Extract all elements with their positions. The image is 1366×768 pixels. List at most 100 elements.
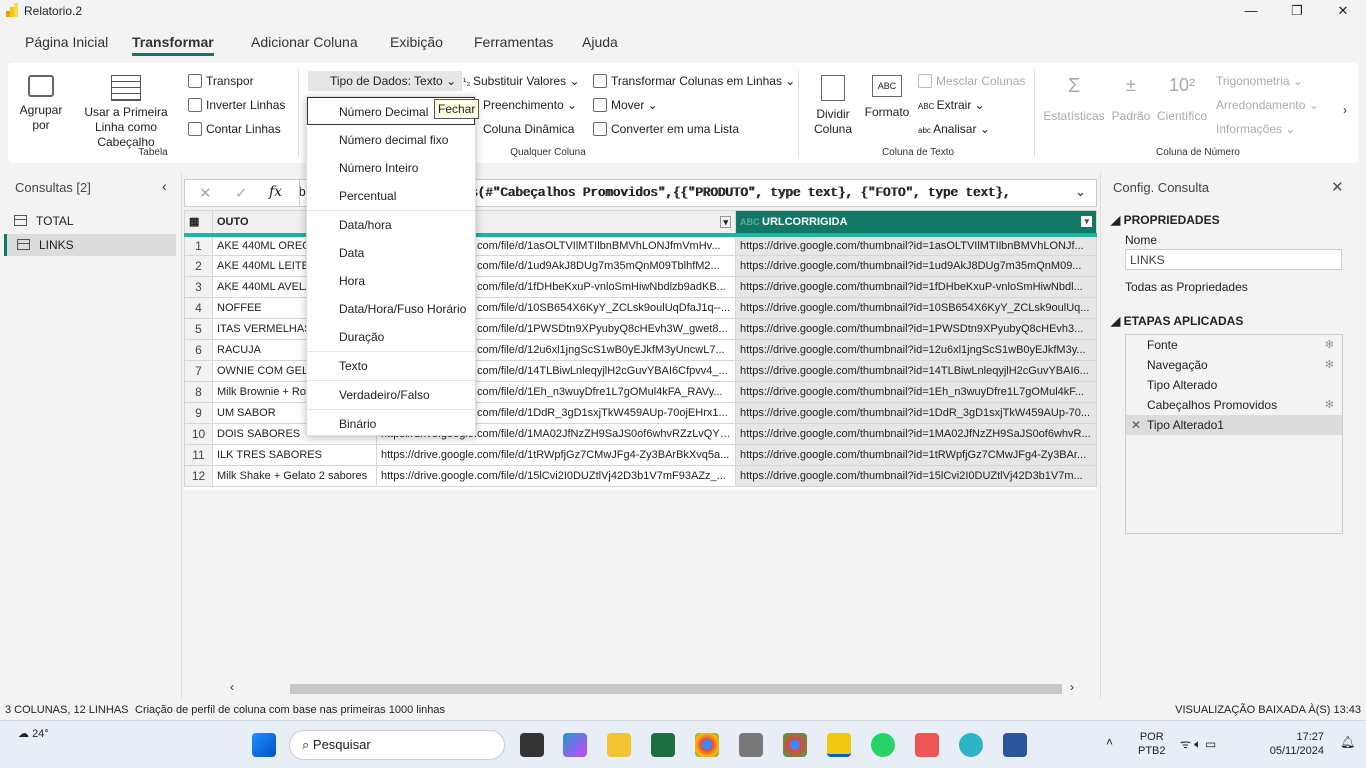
table-row[interactable]: 12 Milk Shake + Gelato 2 sabores https://d…	[184, 465, 1097, 487]
step-fonte[interactable]: Fonte ✻	[1126, 335, 1342, 355]
cell-urlcorrigida[interactable]: https://drive.google.com/thumbnail?id=1M…	[735, 423, 1097, 445]
gear-icon[interactable]: ✻	[1325, 335, 1334, 355]
analisar-button[interactable]: abc Analisar ⌄	[918, 122, 990, 136]
cell-urlcorrigida[interactable]: https://drive.google.com/thumbnail?id=15…	[735, 465, 1097, 487]
clock[interactable]: 17:27 05/11/2024	[1262, 730, 1324, 758]
collapse-pane-button[interactable]: ‹	[162, 178, 167, 194]
cancel-formula-icon[interactable]: ✕	[199, 184, 212, 202]
cell-urlcorrigida[interactable]: https://drive.google.com/thumbnail?id=12…	[735, 339, 1097, 361]
cell-urlcorrigida[interactable]: https://drive.google.com/thumbnail?id=1a…	[735, 234, 1097, 256]
menu-item-duracao[interactable]: Duração	[339, 330, 384, 344]
cell-urlcorrigida[interactable]: https://drive.google.com/thumbnail?id=14…	[735, 360, 1097, 382]
filter-dropdown-icon[interactable]: ▾	[1081, 215, 1092, 227]
notifications-icon[interactable]: 🔔︎	[1340, 735, 1355, 749]
word-icon[interactable]	[1003, 733, 1027, 757]
status-profile[interactable]: Criação de perfil de coluna com base nas…	[135, 704, 445, 716]
menu-item-texto[interactable]: Texto	[339, 359, 368, 373]
row-number[interactable]: 9	[184, 402, 213, 424]
estatisticas-button[interactable]: Σ Estatísticas	[1042, 75, 1106, 123]
query-item-links[interactable]: LINKS	[4, 234, 176, 256]
cell-urlcorrigida[interactable]: https://drive.google.com/thumbnail?id=1u…	[735, 255, 1097, 277]
row-number[interactable]: 12	[184, 465, 213, 487]
language-indicator[interactable]: POR PTB2	[1138, 730, 1166, 758]
row-number[interactable]: 7	[184, 360, 213, 382]
copilot-icon[interactable]	[563, 733, 587, 757]
menu-item-binario[interactable]: Binário	[339, 417, 376, 431]
nome-input[interactable]	[1125, 249, 1342, 270]
row-number[interactable]: 11	[184, 444, 213, 466]
step-tipo-alterado1[interactable]: ✕ Tipo Alterado1	[1126, 415, 1342, 435]
preenchimento-button[interactable]: Preenchimento ⌄	[483, 98, 577, 112]
search-box[interactable]: ⌕ Pesquisar	[289, 730, 505, 760]
row-number[interactable]: 3	[184, 276, 213, 298]
horizontal-scrollbar[interactable]: ‹ ›	[228, 680, 1078, 696]
transformar-colunas-button[interactable]: Transformar Colunas em Linhas ⌄	[593, 74, 795, 88]
file-explorer-icon[interactable]	[607, 733, 631, 757]
tab-ajuda[interactable]: Ajuda	[582, 34, 618, 50]
gear-icon[interactable]: ✻	[1325, 395, 1334, 415]
dividir-coluna-button[interactable]: Dividir Coluna	[808, 75, 858, 137]
cell-foto[interactable]: https://drive.google.com/file/d/15lCvi2I…	[376, 465, 736, 487]
contar-linhas-button[interactable]: Contar Linhas	[188, 122, 281, 136]
tab-transformar[interactable]: Transformar	[132, 34, 214, 56]
trigonometria-button[interactable]: Trigonometria ⌄	[1216, 74, 1303, 88]
scroll-right-icon[interactable]: ›	[1070, 680, 1074, 694]
filter-dropdown-icon[interactable]: ▾	[720, 215, 731, 228]
calculator-icon[interactable]	[739, 733, 763, 757]
mover-button[interactable]: Mover ⌄	[593, 98, 658, 112]
row-number[interactable]: 2	[184, 255, 213, 277]
cell-urlcorrigida[interactable]: https://drive.google.com/thumbnail?id=1D…	[735, 402, 1097, 424]
scrollbar-thumb[interactable]	[290, 684, 1062, 694]
tab-ferramentas[interactable]: Ferramentas	[474, 34, 553, 50]
step-navegacao[interactable]: Navegação ✻	[1126, 355, 1342, 375]
row-number[interactable]: 5	[184, 318, 213, 340]
row-number[interactable]: 4	[184, 297, 213, 319]
menu-item-data[interactable]: Data	[339, 246, 364, 260]
whatsapp-icon[interactable]	[871, 733, 895, 757]
substituir-valores-button[interactable]: ¹₂ Substituir Valores ⌄	[463, 74, 580, 88]
menu-item-hora[interactable]: Hora	[339, 274, 365, 288]
coluna-dinamica-button[interactable]: Coluna Dinâmica	[483, 122, 574, 136]
snipping-tool-icon[interactable]	[915, 733, 939, 757]
cell-urlcorrigida[interactable]: https://drive.google.com/thumbnail?id=1P…	[735, 318, 1097, 340]
cell-urlcorrigida[interactable]: https://drive.google.com/thumbnail?id=1t…	[735, 444, 1097, 466]
informacoes-button[interactable]: Informações ⌄	[1216, 122, 1295, 136]
show-hidden-icons[interactable]: ˄	[1106, 735, 1113, 749]
menu-item-data-hora[interactable]: Data/hora	[339, 218, 392, 232]
padrao-button[interactable]: ± Padrão	[1108, 75, 1154, 123]
tab-exibicao[interactable]: Exibição	[390, 34, 443, 50]
tab-adicionar-coluna[interactable]: Adicionar Coluna	[251, 34, 358, 50]
cell-urlcorrigida[interactable]: https://drive.google.com/thumbnail?id=1f…	[735, 276, 1097, 298]
delete-step-icon[interactable]: ✕	[1131, 415, 1141, 435]
menu-item-numero-decimal-fixo[interactable]: Número decimal fixo	[339, 133, 448, 147]
scroll-left-icon[interactable]: ‹	[230, 680, 234, 694]
canva-icon[interactable]	[959, 733, 983, 757]
gear-icon[interactable]: ✻	[1325, 355, 1334, 375]
chrome-profile-icon[interactable]	[783, 733, 807, 757]
close-button[interactable]: ✕	[1320, 0, 1366, 22]
mesclar-colunas-button[interactable]: Mesclar Colunas	[918, 74, 1025, 88]
converter-lista-button[interactable]: Converter em uma Lista	[593, 122, 739, 136]
query-item-total[interactable]: TOTAL	[4, 210, 176, 232]
close-settings-button[interactable]: ✕	[1331, 178, 1344, 196]
maximize-button[interactable]: ❐	[1274, 0, 1320, 22]
inverter-linhas-button[interactable]: Inverter Linhas	[188, 98, 285, 112]
tab-pagina-inicial[interactable]: Página Inicial	[25, 34, 108, 50]
row-number[interactable]: 6	[184, 339, 213, 361]
row-number[interactable]: 1	[184, 234, 213, 256]
arredondamento-button[interactable]: Arredondamento ⌄	[1216, 98, 1319, 112]
fx-icon[interactable]: fx	[269, 184, 282, 200]
cell-urlcorrigida[interactable]: https://drive.google.com/thumbnail?id=1E…	[735, 381, 1097, 403]
row-number[interactable]: 8	[184, 381, 213, 403]
step-cabecalhos-promovidos[interactable]: Cabeçalhos Promovidos ✻	[1126, 395, 1342, 415]
step-tipo-alterado[interactable]: Tipo Alterado	[1126, 375, 1342, 395]
table-row[interactable]: 11 ILK TRES SABORES https://drive.google.c…	[184, 444, 1097, 466]
cell-urlcorrigida[interactable]: https://drive.google.com/thumbnail?id=10…	[735, 297, 1097, 319]
agrupar-por-button[interactable]: Agrupar por	[16, 75, 66, 133]
menu-item-verdadeiro-falso[interactable]: Verdadeiro/Falso	[339, 388, 430, 402]
wifi-volume-battery-icons[interactable]: ᯤ 🔈︎ ▭	[1180, 735, 1216, 752]
excel-icon[interactable]	[651, 733, 675, 757]
ribbon-scroll-right[interactable]: ›	[1343, 103, 1347, 117]
menu-item-percentual[interactable]: Percentual	[339, 189, 396, 203]
weather-widget[interactable]: ☁ 24°	[18, 727, 49, 740]
